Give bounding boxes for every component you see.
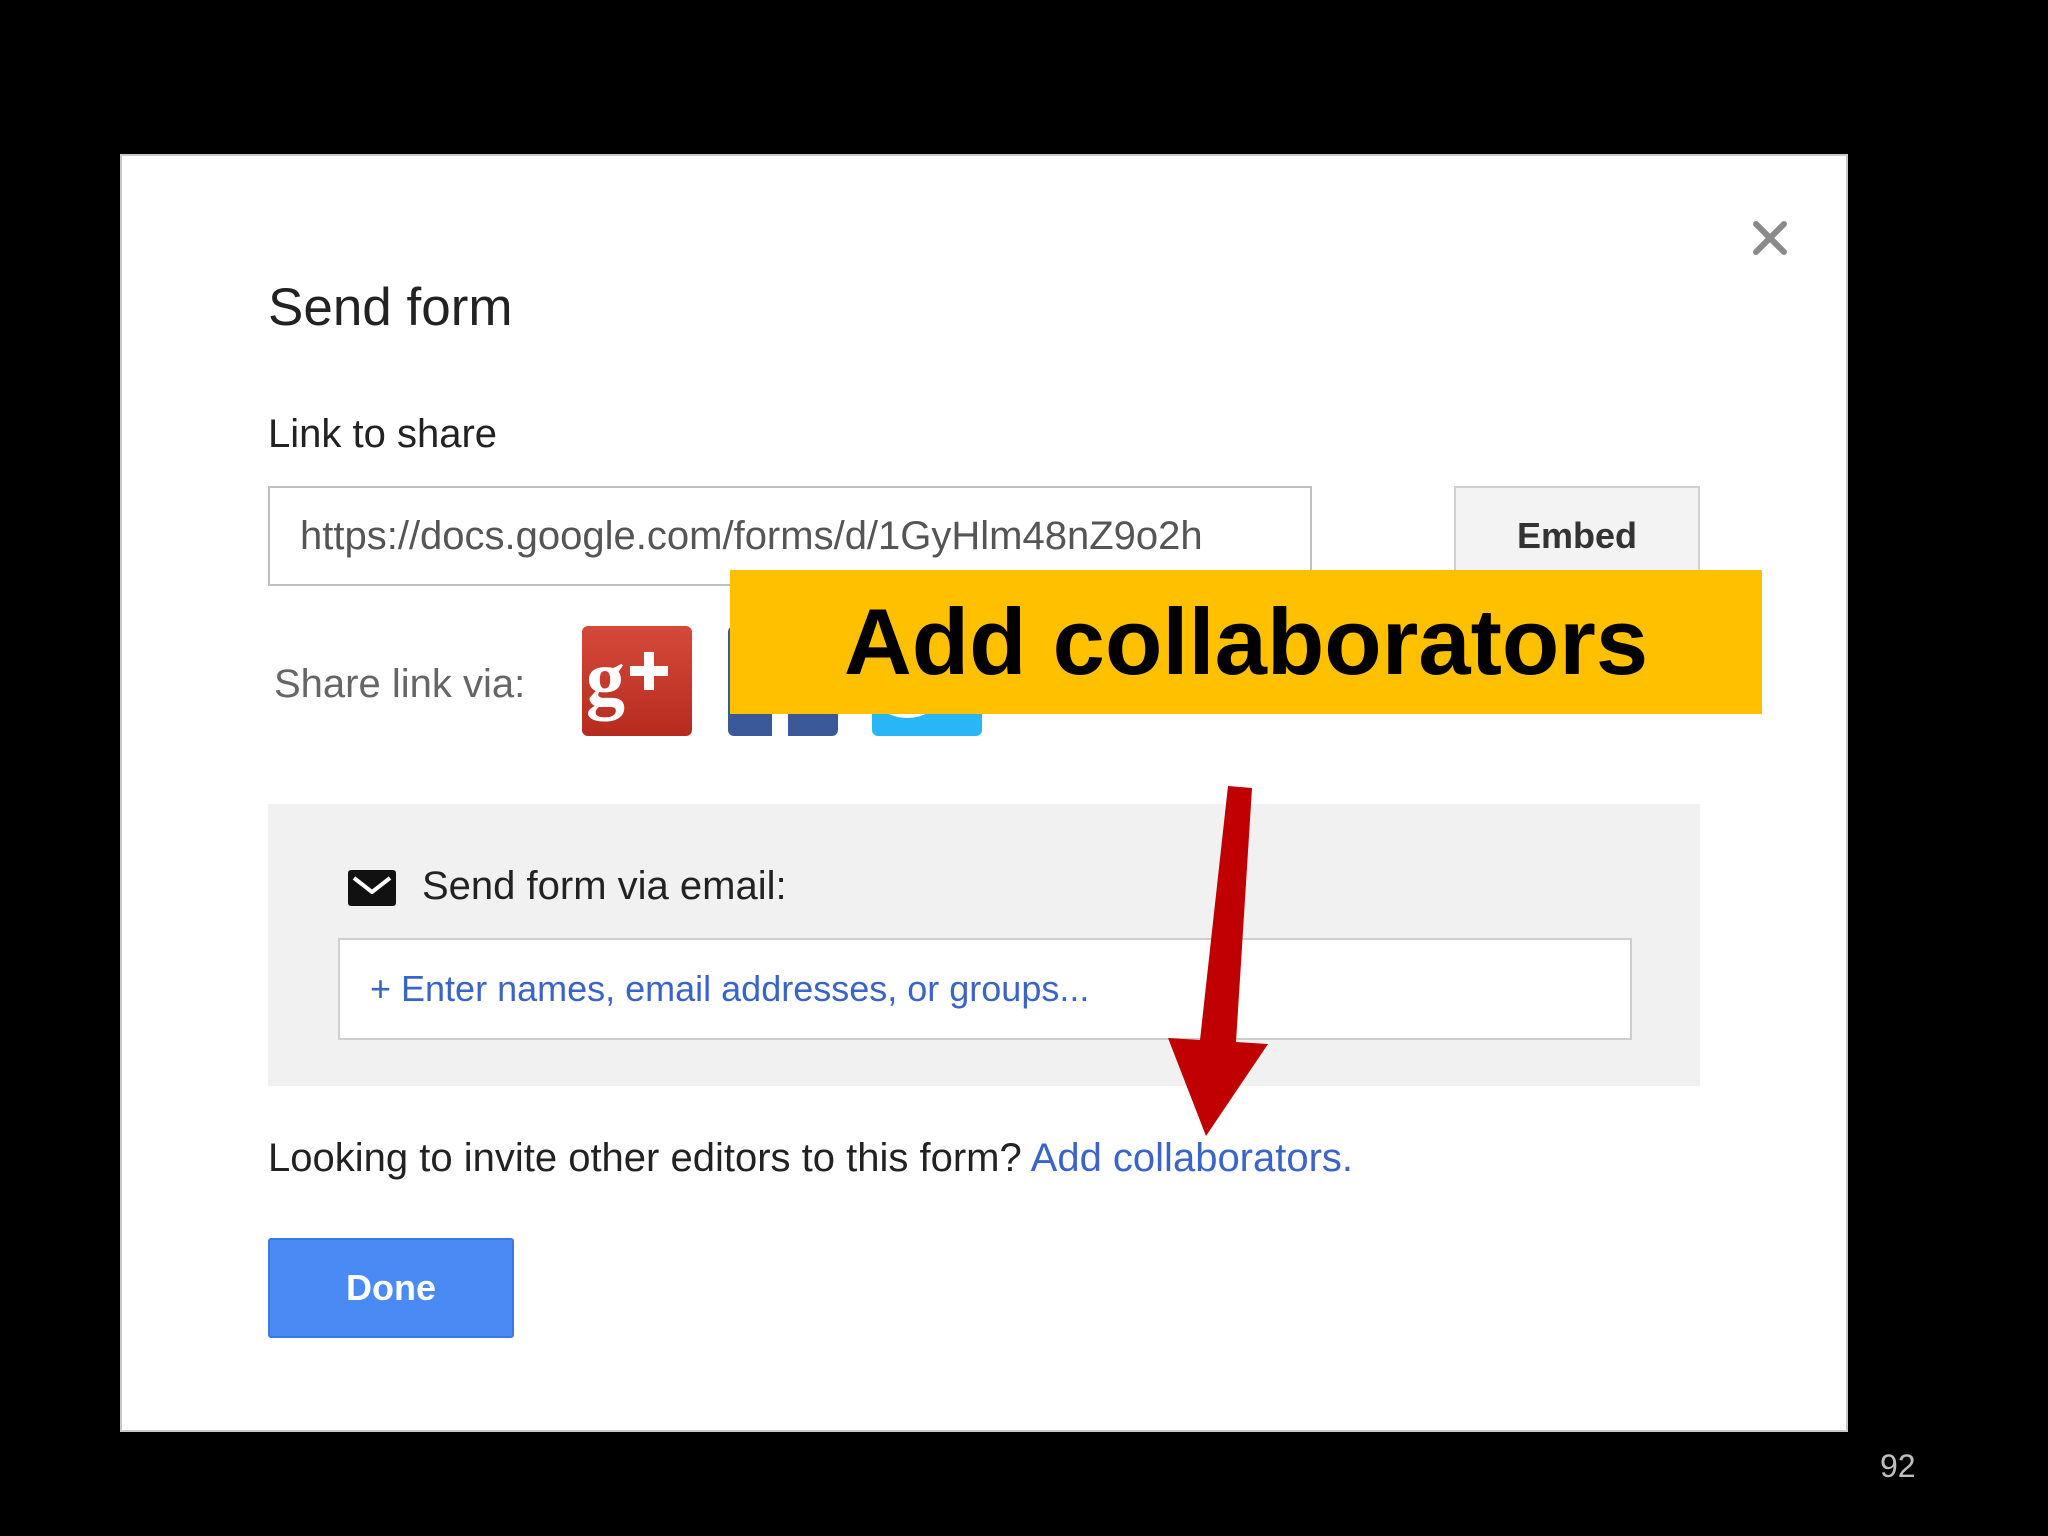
svg-text:g: g bbox=[586, 634, 625, 721]
annotation-arrow-icon bbox=[1168, 786, 1268, 1136]
send-form-dialog: Send form Link to share Embed Share link… bbox=[120, 154, 1848, 1432]
send-via-email-panel: Send form via email: bbox=[268, 804, 1700, 1086]
slide: Send form Link to share Embed Share link… bbox=[0, 0, 2048, 1536]
invite-editors-row: Looking to invite other editors to this … bbox=[268, 1130, 1353, 1186]
page-number: 92 bbox=[1880, 1448, 1916, 1484]
send-via-email-label: Send form via email: bbox=[422, 864, 787, 908]
dialog-title: Send form bbox=[268, 278, 513, 337]
close-icon bbox=[1753, 221, 1787, 255]
google-plus-icon: g bbox=[586, 634, 668, 721]
invite-editors-text: Looking to invite other editors to this … bbox=[268, 1136, 1022, 1180]
link-label: Link to share bbox=[268, 412, 498, 456]
done-button[interactable]: Done bbox=[268, 1238, 514, 1338]
add-collaborators-link[interactable]: Add collaborators. bbox=[1031, 1136, 1353, 1180]
google-plus-share-button[interactable]: g bbox=[582, 626, 692, 736]
email-recipients-input[interactable] bbox=[338, 938, 1632, 1040]
share-link-label: Share link via: bbox=[274, 662, 526, 706]
close-button[interactable] bbox=[1742, 210, 1798, 266]
annotation-callout: Add collaborators bbox=[730, 570, 1762, 714]
envelope-icon bbox=[348, 870, 396, 906]
